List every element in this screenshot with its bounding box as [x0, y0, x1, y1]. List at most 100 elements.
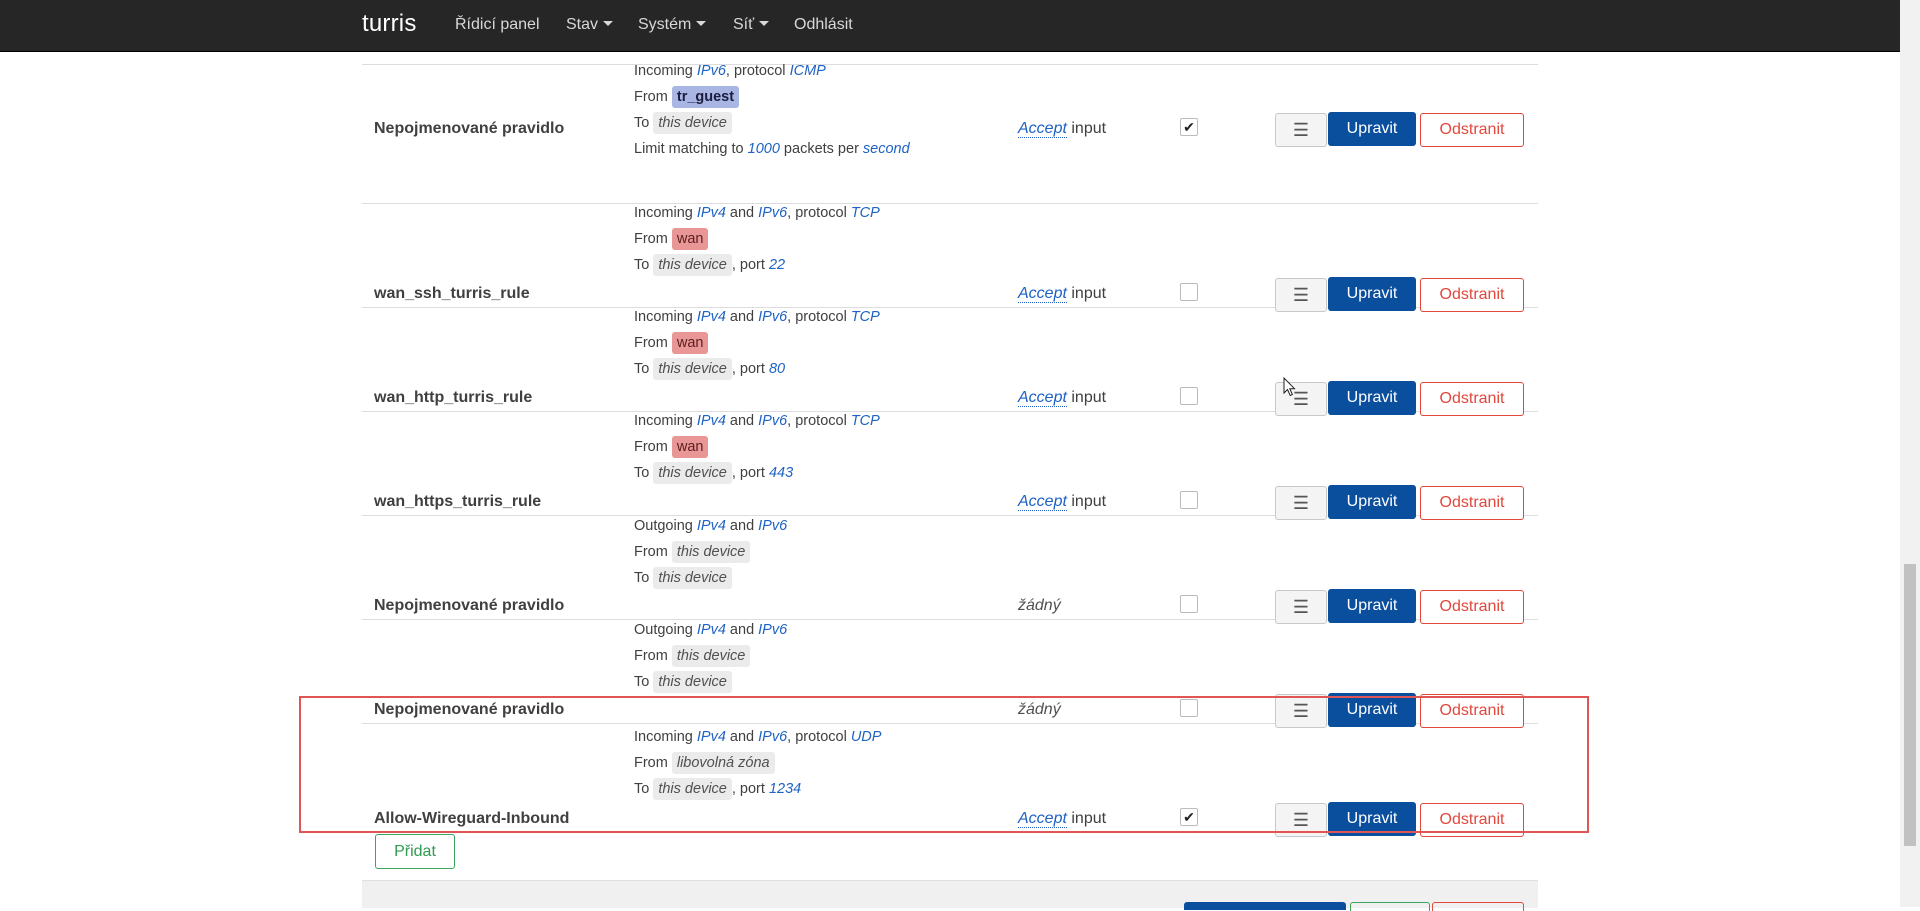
rule-enabled-checkbox[interactable]: [1180, 387, 1198, 405]
action-link[interactable]: Accept: [1018, 389, 1067, 407]
connector-text: , protocol: [787, 205, 851, 221]
match-proto-line: Incoming IPv4 and IPv6, protocol UDP: [634, 724, 881, 750]
to-label: To: [634, 257, 654, 273]
match-from-line: From wan: [634, 330, 880, 356]
port-label: , port: [731, 361, 769, 377]
from-label: From: [634, 335, 672, 351]
match-proto-line: Incoming IPv4 and IPv6, protocol TCP: [634, 304, 880, 330]
delete-button[interactable]: Odstranit: [1420, 803, 1524, 837]
action-link[interactable]: Accept: [1018, 285, 1067, 303]
direction-text: Incoming: [634, 63, 697, 79]
drag-sort-button[interactable]: ☰: [1275, 278, 1327, 312]
edit-button[interactable]: Upravit: [1328, 381, 1416, 415]
family-value: IPv6: [758, 622, 788, 638]
from-label: From: [634, 755, 672, 771]
caret-down-icon: [603, 21, 614, 26]
family-value: ICMP: [789, 63, 826, 79]
delete-button[interactable]: Odstranit: [1420, 694, 1524, 728]
action-target-text: input: [1066, 120, 1107, 137]
add-rule-button[interactable]: Přidat: [375, 834, 455, 869]
caret-down-icon: [759, 21, 770, 26]
edit-button[interactable]: Upravit: [1328, 589, 1416, 623]
connector-text: , protocol: [725, 63, 790, 79]
rule-enabled-checkbox[interactable]: [1180, 699, 1198, 717]
match-to-line: To this device: [634, 565, 787, 591]
nav-item-status[interactable]: Stav: [566, 16, 614, 34]
edit-button[interactable]: Upravit: [1328, 802, 1416, 836]
family-value: IPv4: [696, 518, 726, 534]
action-link[interactable]: Accept: [1018, 810, 1067, 828]
rule-match-description: Incoming IPv4 and IPv6, protocol TCP From…: [634, 408, 880, 486]
table-row: wan_http_turris_rule Incoming IPv4 and IP…: [362, 308, 1538, 416]
match-from-line: From this device: [634, 643, 787, 669]
match-to-line: To this device: [634, 110, 910, 136]
port-value: 1234: [768, 781, 802, 797]
rule-enabled-checkbox[interactable]: [1180, 283, 1198, 301]
action-link[interactable]: Accept: [1018, 120, 1067, 138]
port-label: , port: [731, 257, 769, 273]
nav-item-logout[interactable]: Odhlásit: [794, 16, 853, 34]
connector-text: , protocol: [787, 413, 851, 429]
match-to-line: To this device, port 443: [634, 460, 880, 486]
to-zone-badge: this device: [653, 671, 732, 693]
drag-sort-button[interactable]: ☰: [1275, 694, 1327, 728]
rule-name: Allow-Wireguard-Inbound: [374, 810, 570, 827]
to-zone-badge: this device: [653, 254, 732, 276]
connector-text: and: [725, 518, 759, 534]
drag-sort-button[interactable]: ☰: [1275, 486, 1327, 520]
rule-match-description: Outgoing IPv4 and IPv6 From this device To…: [634, 513, 787, 591]
match-limit-line: Limit matching to 1000 packets per secon…: [634, 136, 910, 162]
family-value: IPv4: [696, 729, 726, 745]
firewall-rules-table: Nepojmenované pravidlo Incoming IPv6, pro…: [362, 52, 1538, 907]
delete-button[interactable]: Odstranit: [1420, 590, 1524, 624]
caret-down-icon: [696, 21, 707, 26]
rule-action: Accept input: [1018, 285, 1106, 303]
to-zone-badge: this device: [653, 358, 732, 380]
to-zone-badge: this device: [653, 112, 732, 134]
family-value: IPv6: [758, 413, 788, 429]
action-target-text: input: [1066, 493, 1107, 510]
top-navbar: turris Řídicí panel Stav Systém Síť Odhl…: [0, 0, 1900, 52]
edit-button[interactable]: Upravit: [1328, 485, 1416, 519]
family-value: IPv6: [758, 309, 788, 325]
edit-button[interactable]: Upravit: [1328, 277, 1416, 311]
protocol-value: UDP: [850, 729, 882, 745]
action-link[interactable]: Accept: [1018, 493, 1067, 511]
save-apply-button[interactable]: [1184, 902, 1346, 910]
nav-item-dashboard[interactable]: Řídicí panel: [455, 16, 540, 34]
scrollbar-thumb[interactable]: [1904, 564, 1916, 846]
nav-item-system[interactable]: Systém: [638, 16, 707, 34]
nav-item-label: Řídicí panel: [455, 16, 540, 33]
nav-item-network[interactable]: Síť: [733, 16, 770, 34]
rule-enabled-checkbox[interactable]: ✔: [1180, 118, 1198, 136]
rule-action: Accept input: [1018, 810, 1106, 828]
connector-text: , protocol: [787, 729, 851, 745]
direction-text: Incoming: [634, 729, 697, 745]
to-label: To: [634, 115, 654, 131]
match-proto-line: Incoming IPv6, protocol ICMP: [634, 58, 910, 84]
rule-action: Accept input: [1018, 120, 1106, 138]
delete-button[interactable]: Odstranit: [1420, 382, 1524, 416]
delete-button[interactable]: Odstranit: [1420, 278, 1524, 312]
drag-sort-button[interactable]: ☰: [1275, 803, 1327, 837]
delete-button[interactable]: Odstranit: [1420, 113, 1524, 147]
match-proto-line: Incoming IPv4 and IPv6, protocol TCP: [634, 408, 880, 434]
from-zone-badge: wan: [671, 436, 709, 458]
edit-button[interactable]: Upravit: [1328, 112, 1416, 146]
family-value: IPv6: [696, 63, 726, 79]
rule-action: Accept input: [1018, 493, 1106, 511]
edit-button[interactable]: Upravit: [1328, 693, 1416, 727]
limit-text: packets per: [779, 141, 863, 157]
family-value: IPv6: [758, 205, 788, 221]
match-proto-line: Outgoing IPv4 and IPv6: [634, 513, 787, 539]
drag-sort-button[interactable]: ☰: [1275, 590, 1327, 624]
match-proto-line: Outgoing IPv4 and IPv6: [634, 617, 787, 643]
match-to-line: To this device, port 22: [634, 252, 880, 278]
rule-enabled-checkbox[interactable]: ✔: [1180, 808, 1198, 826]
rule-enabled-checkbox[interactable]: [1180, 595, 1198, 613]
brand-logo[interactable]: turris: [362, 10, 417, 38]
rule-enabled-checkbox[interactable]: [1180, 491, 1198, 509]
nav-item-label: Stav: [566, 16, 599, 33]
delete-button[interactable]: Odstranit: [1420, 486, 1524, 520]
drag-sort-button[interactable]: ☰: [1275, 113, 1327, 147]
